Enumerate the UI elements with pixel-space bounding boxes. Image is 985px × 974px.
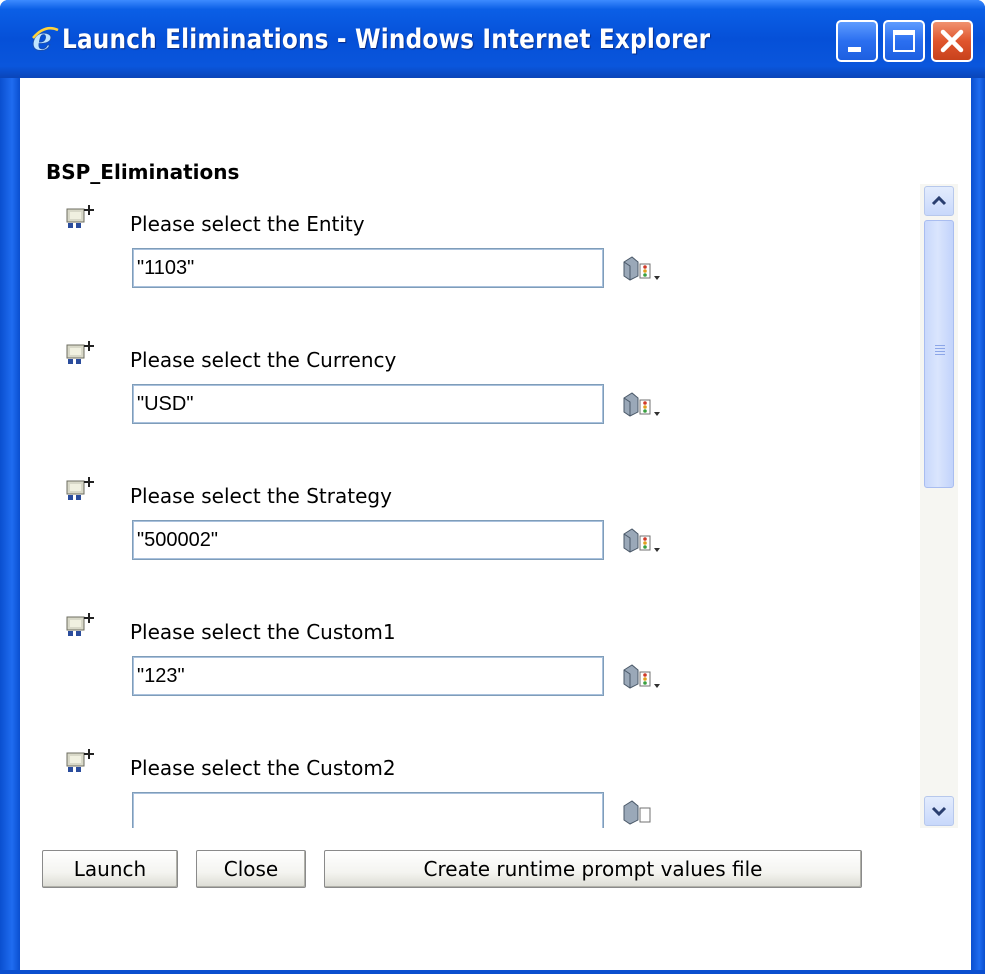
member-selector-icon[interactable] [620,390,666,420]
grip-line [935,345,945,346]
currency-input[interactable] [132,384,604,424]
close-button[interactable]: Close [196,850,306,888]
custom2-input[interactable] [132,792,604,828]
prompt-label: Please select the Currency [130,348,397,372]
member-selector-icon[interactable] [620,662,666,692]
strategy-input[interactable] [132,520,604,560]
chevron-down-icon [931,806,947,817]
grip-line [935,354,945,355]
member-selection-icon [66,613,94,636]
member-selector-icon[interactable] [620,254,666,284]
prompt-label: Please select the Custom1 [130,620,396,644]
prompt-custom2: Please select the Custom2 [20,748,920,828]
entity-input[interactable] [132,248,604,288]
member-selection-icon [66,341,94,364]
create-runtime-prompt-file-button[interactable]: Create runtime prompt values file [324,850,862,888]
prompt-list[interactable]: Please select the Entity "1103" Please s… [20,184,920,828]
scroll-up-button[interactable] [924,186,954,216]
page-content: BSP_Eliminations Please select the Entit… [20,78,971,970]
launch-button[interactable]: Launch [42,850,178,888]
prompt-currency: Please select the Currency [20,340,920,476]
prompt-label: Please select the Custom2 [130,756,396,780]
grip-line [935,351,945,352]
member-selection-icon [66,205,94,228]
window-frame-right [971,78,985,974]
prompt-entity: Please select the Entity [20,204,920,340]
chevron-up-icon [931,195,947,206]
grip-line [935,348,945,349]
prompt-label: Please select the Entity [130,212,365,236]
close-window-button[interactable] [931,20,973,62]
custom1-input[interactable] [132,656,604,696]
member-selector-icon[interactable] [620,526,666,556]
maximize-button[interactable] [883,20,925,62]
prompt-custom1: Please select the Custom1 [20,612,920,748]
page-title: BSP_Eliminations [46,160,240,184]
scroll-down-button[interactable] [924,796,954,826]
browser-window: e Launch Eliminations - Windows Internet… [0,0,985,974]
scrollbar-thumb[interactable] [924,220,954,488]
internet-explorer-icon: e [32,22,59,56]
window-title: Launch Eliminations - Windows Internet E… [62,24,711,55]
member-selector-icon[interactable] [620,798,666,828]
member-selection-icon [66,749,94,772]
prompt-strategy: Please select the Strategy [20,476,920,612]
prompt-label: Please select the Strategy [130,484,392,508]
member-selection-icon [66,477,94,500]
title-bar[interactable]: e Launch Eliminations - Windows Internet… [0,0,985,78]
minimize-button[interactable] [836,20,878,62]
vertical-scrollbar[interactable] [920,184,958,828]
close-icon [940,29,964,53]
window-frame-bottom [0,970,985,974]
window-frame-left [0,78,20,974]
